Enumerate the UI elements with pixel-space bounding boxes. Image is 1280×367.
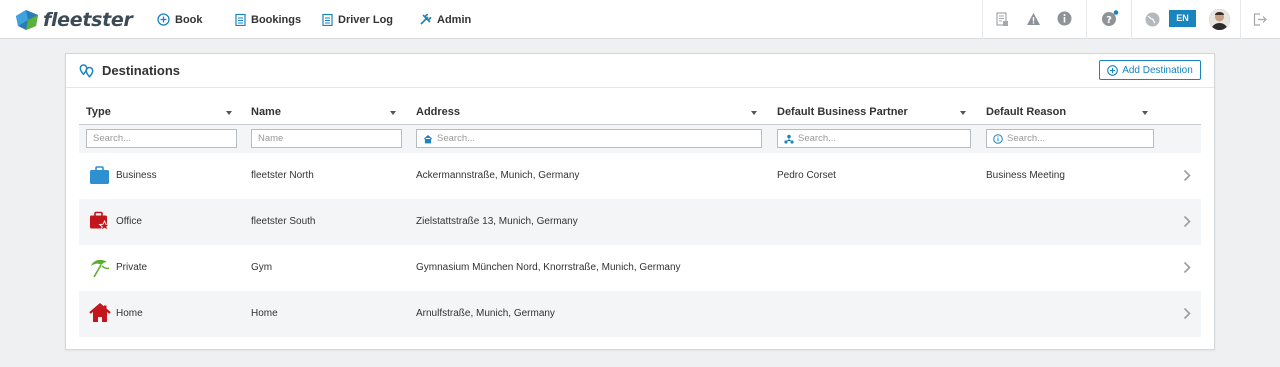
- app-name: fleetster: [43, 9, 133, 31]
- nav-driver-log-label: Driver Log: [338, 13, 394, 26]
- partner-filter-input[interactable]: Search...: [777, 129, 971, 148]
- reason-filter-placeholder: Search...: [1007, 133, 1046, 144]
- chevron-right-icon[interactable]: [1183, 261, 1191, 274]
- partner-icon: [784, 134, 794, 144]
- nav-book-label: Book: [175, 13, 203, 26]
- table-row[interactable]: Office fleetster South Zielstattstraße 1…: [79, 199, 1201, 245]
- row-name: Gym: [251, 262, 273, 273]
- sort-caret-icon[interactable]: [1142, 111, 1148, 115]
- beach-umbrella-icon: [91, 259, 110, 278]
- nav-driver-log[interactable]: Driver Log: [322, 0, 393, 39]
- nav-bookings-label: Bookings: [251, 13, 302, 26]
- info-icon[interactable]: [1057, 11, 1072, 26]
- name-filter-placeholder: Name: [258, 133, 284, 144]
- row-type: Home: [116, 308, 143, 319]
- chevron-right-icon[interactable]: [1183, 169, 1191, 182]
- add-destination-button[interactable]: Add Destination: [1099, 60, 1201, 80]
- chevron-right-icon[interactable]: [1183, 307, 1191, 320]
- row-address: Ackermannstraße, Munich, Germany: [416, 170, 580, 181]
- name-filter-input[interactable]: Name: [251, 129, 402, 148]
- type-filter-placeholder: Search...: [93, 133, 132, 144]
- partner-filter-placeholder: Search...: [798, 133, 837, 144]
- divider: [1131, 0, 1132, 39]
- column-header-name[interactable]: Name: [251, 106, 281, 118]
- table-row[interactable]: Private Gym Gymnasium München Nord, Knor…: [79, 245, 1201, 291]
- report-icon[interactable]: [996, 12, 1009, 27]
- row-name: Home: [251, 308, 278, 319]
- fleetster-logo-icon: [16, 10, 38, 30]
- nav-book[interactable]: Book: [157, 0, 203, 39]
- row-name: fleetster North: [251, 170, 314, 181]
- divider: [1086, 0, 1087, 39]
- clipboard-icon: [235, 13, 246, 26]
- fleetster-logo[interactable]: fleetster: [14, 7, 133, 33]
- home-icon: [423, 134, 433, 143]
- column-header-type[interactable]: Type: [86, 106, 111, 118]
- column-header-business-partner[interactable]: Default Business Partner: [777, 106, 908, 118]
- table-row[interactable]: Business fleetster North Ackermannstraße…: [79, 153, 1201, 199]
- address-filter-input[interactable]: Search...: [416, 129, 762, 148]
- plus-circle-icon: [1107, 64, 1119, 76]
- destinations-icon: [79, 64, 94, 78]
- column-header-address[interactable]: Address: [416, 106, 460, 118]
- warning-icon[interactable]: [1026, 12, 1041, 26]
- address-filter-placeholder: Search...: [437, 133, 476, 144]
- destinations-panel: Destinations Add Destination Type Name A…: [65, 53, 1215, 350]
- row-address: Zielstattstraße 13, Munich, Germany: [416, 216, 578, 227]
- nav-admin[interactable]: Admin: [419, 0, 471, 39]
- briefcase-icon: [90, 166, 109, 184]
- row-type: Office: [116, 216, 142, 227]
- row-partner: Pedro Corset: [777, 170, 836, 181]
- row-address: Arnulfstraße, Munich, Germany: [416, 308, 555, 319]
- house-icon: [89, 303, 111, 322]
- reason-filter-input[interactable]: Search...: [986, 129, 1154, 148]
- logbook-icon: [322, 13, 333, 26]
- divider: [982, 0, 983, 39]
- row-type: Business: [116, 170, 157, 181]
- info-circle-icon: [993, 133, 1003, 144]
- office-briefcase-star-icon: [90, 211, 111, 232]
- tools-icon: [420, 13, 432, 25]
- sort-caret-icon[interactable]: [226, 111, 232, 115]
- column-header-reason[interactable]: Default Reason: [986, 106, 1066, 118]
- row-type: Private: [116, 262, 148, 273]
- nav-bookings[interactable]: Bookings: [235, 0, 301, 39]
- table-row[interactable]: Home Home Arnulfstraße, Munich, Germany: [79, 291, 1201, 337]
- language-switch-button[interactable]: EN: [1169, 10, 1196, 27]
- sort-caret-icon[interactable]: [390, 111, 396, 115]
- type-filter-input[interactable]: Search...: [86, 129, 237, 148]
- row-name: fleetster South: [251, 216, 316, 227]
- sort-caret-icon[interactable]: [960, 111, 966, 115]
- user-avatar[interactable]: [1209, 9, 1230, 30]
- avatar-image: [1209, 9, 1230, 30]
- nav-admin-label: Admin: [437, 13, 472, 26]
- panel-header: Destinations Add Destination: [66, 54, 1214, 88]
- page-title: Destinations: [102, 63, 181, 78]
- help-icon[interactable]: ?: [1101, 10, 1119, 27]
- svg-text:?: ?: [1106, 15, 1112, 26]
- chevron-right-icon[interactable]: [1183, 215, 1191, 228]
- plus-circle-icon: [157, 13, 170, 26]
- add-destination-label: Add Destination: [1122, 64, 1193, 76]
- sort-caret-icon[interactable]: [751, 111, 757, 115]
- top-navigation-bar: fleetster Book Bookings Driver Log Admin…: [0, 0, 1280, 39]
- logout-icon[interactable]: [1253, 13, 1267, 26]
- globe-icon[interactable]: [1145, 12, 1160, 27]
- row-address: Gymnasium München Nord, Knorrstraße, Mun…: [416, 262, 681, 273]
- divider: [1240, 0, 1241, 39]
- row-reason: Business Meeting: [986, 170, 1065, 181]
